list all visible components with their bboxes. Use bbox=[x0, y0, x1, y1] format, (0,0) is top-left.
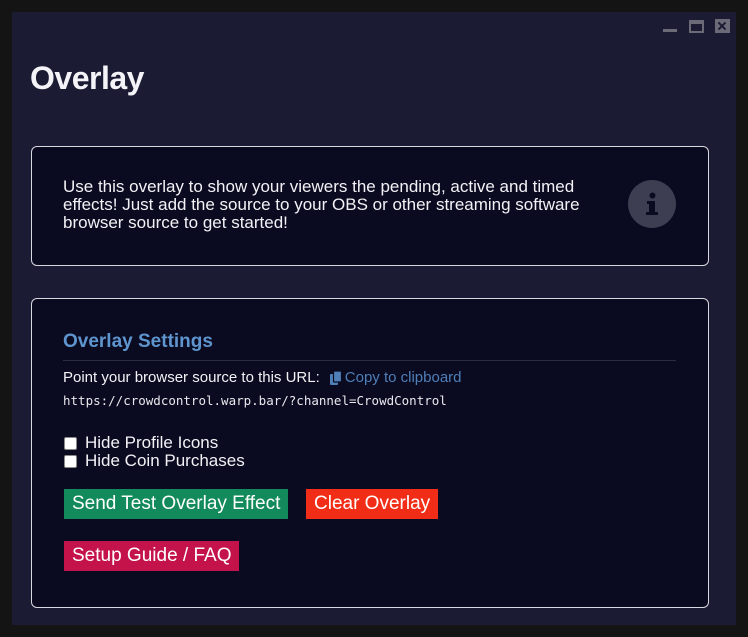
info-icon bbox=[628, 180, 676, 228]
copy-icon bbox=[329, 370, 342, 385]
info-text: Use this overlay to show your viewers th… bbox=[63, 177, 580, 232]
page-title: Overlay bbox=[30, 60, 144, 96]
option-label: Hide Profile Icons bbox=[85, 433, 219, 452]
url-row: Point your browser source to this URL: C… bbox=[63, 369, 462, 386]
send-test-overlay-effect-button[interactable]: Send Test Overlay Effect bbox=[64, 489, 289, 519]
option-label: Hide Coin Purchases bbox=[85, 451, 245, 470]
close-icon[interactable] bbox=[714, 18, 730, 34]
hide-coin-purchases-checkbox[interactable] bbox=[64, 454, 77, 468]
overlay-url: https://crowdcontrol.warp.bar/?channel=C… bbox=[63, 393, 447, 408]
setup-guide-button[interactable]: Setup Guide / FAQ bbox=[64, 541, 240, 571]
url-label: Point your browser source to this URL: bbox=[63, 369, 320, 386]
divider bbox=[63, 360, 676, 361]
overlay-settings-card: Overlay Settings Point your browser sour… bbox=[31, 298, 709, 608]
app-window: Overlay Use this overlay to show your vi… bbox=[0, 0, 748, 637]
hide-profile-icons-checkbox[interactable] bbox=[64, 436, 77, 450]
option-hide-profile-icons[interactable]: Hide Profile Icons bbox=[64, 433, 218, 453]
maximize-icon[interactable] bbox=[688, 18, 704, 34]
option-hide-coin-purchases[interactable]: Hide Coin Purchases bbox=[64, 451, 245, 471]
minimize-icon[interactable] bbox=[662, 18, 678, 34]
info-card: Use this overlay to show your viewers th… bbox=[31, 146, 709, 266]
copy-label: Copy to clipboard bbox=[344, 369, 462, 386]
section-title: Overlay Settings bbox=[63, 331, 213, 352]
window-controls bbox=[662, 14, 730, 38]
copy-to-clipboard-link[interactable]: Copy to clipboard bbox=[329, 369, 462, 386]
clear-overlay-button[interactable]: Clear Overlay bbox=[306, 489, 439, 519]
